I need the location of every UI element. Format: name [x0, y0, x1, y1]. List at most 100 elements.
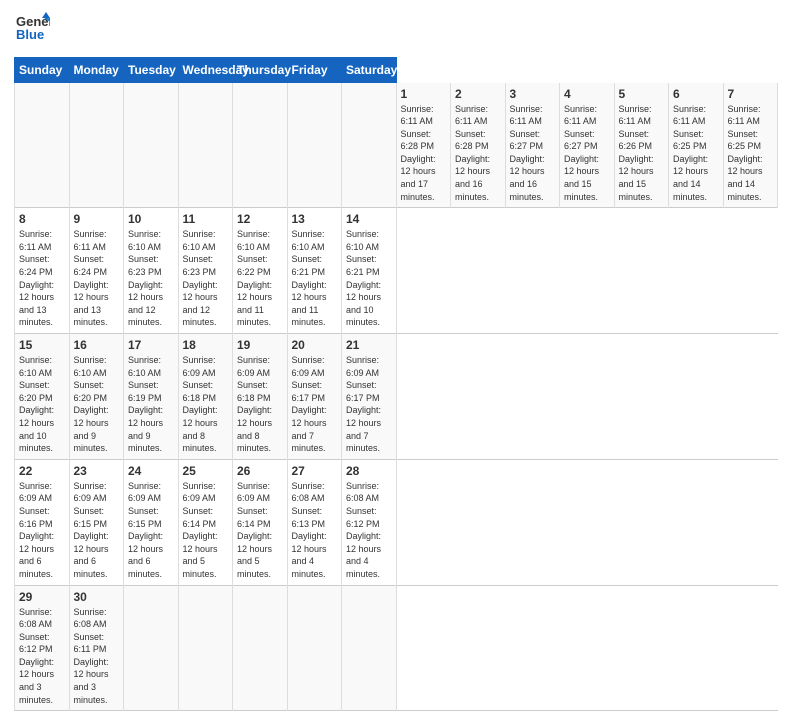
- day-number: 18: [183, 338, 229, 352]
- logo: General Blue: [14, 10, 50, 51]
- week-row-4: 22Sunrise: 6:09 AMSunset: 6:16 PMDayligh…: [15, 459, 778, 585]
- day-cell: 1 Sunrise: 6:11 AMSunset: 6:28 PMDaylight…: [396, 83, 451, 208]
- header: General Blue: [14, 10, 778, 51]
- day-cell-content: Sunrise: 6:09 AMSunset: 6:15 PMDaylight:…: [128, 480, 174, 581]
- day-cell: 12 Sunrise: 6:10 AMSunset: 6:22 PMDayligh…: [233, 208, 288, 334]
- day-number: 28: [346, 464, 392, 478]
- day-number: 15: [19, 338, 65, 352]
- day-number: 25: [183, 464, 229, 478]
- day-number: 26: [237, 464, 283, 478]
- day-number: 7: [728, 87, 774, 101]
- day-cell: 4Sunrise: 6:11 AMSunset: 6:27 PMDaylight…: [560, 83, 615, 208]
- weekday-header-tuesday: Tuesday: [124, 58, 179, 83]
- day-cell: 13Sunrise: 6:10 AMSunset: 6:21 PMDayligh…: [287, 208, 342, 334]
- day-cell: 17 Sunrise: 6:10 AMSunset: 6:19 PMDayligh…: [124, 334, 179, 460]
- day-cell: 15 Sunrise: 6:10 AMSunset: 6:20 PMDayligh…: [15, 334, 70, 460]
- day-number: 12: [237, 212, 283, 226]
- day-cell-content: Sunrise: 6:09 AMSunset: 6:18 PMDaylight:…: [237, 354, 283, 455]
- day-cell-content: Sunrise: 6:10 AMSunset: 6:23 PMDaylight:…: [183, 228, 229, 329]
- day-cell-content: Sunrise: 6:11 AMSunset: 6:28 PMDaylight:…: [401, 103, 447, 204]
- day-cell-content: Sunrise: 6:10 AMSunset: 6:22 PMDaylight:…: [237, 228, 283, 329]
- day-cell: 27 Sunrise: 6:08 AMSunset: 6:13 PMDayligh…: [287, 459, 342, 585]
- day-cell-content: Sunrise: 6:11 AMSunset: 6:25 PMDaylight:…: [728, 103, 774, 204]
- day-cell: 26 Sunrise: 6:09 AMSunset: 6:14 PMDayligh…: [233, 459, 288, 585]
- day-cell: [342, 83, 397, 208]
- day-cell-content: Sunrise: 6:08 AMSunset: 6:12 PMDaylight:…: [19, 606, 65, 707]
- svg-text:Blue: Blue: [16, 27, 44, 42]
- weekday-header-monday: Monday: [69, 58, 124, 83]
- weekday-header-saturday: Saturday: [342, 58, 397, 83]
- weekday-header-thursday: Thursday: [233, 58, 288, 83]
- day-number: 14: [346, 212, 392, 226]
- day-cell-content: Sunrise: 6:10 AMSunset: 6:20 PMDaylight:…: [19, 354, 65, 455]
- day-cell: 8 Sunrise: 6:11 AMSunset: 6:24 PMDaylight…: [15, 208, 70, 334]
- week-row-5: 29 Sunrise: 6:08 AMSunset: 6:12 PMDayligh…: [15, 585, 778, 711]
- day-cell: 24 Sunrise: 6:09 AMSunset: 6:15 PMDayligh…: [124, 459, 179, 585]
- day-cell: [233, 585, 288, 711]
- day-cell: [124, 83, 179, 208]
- day-cell-content: Sunrise: 6:09 AMSunset: 6:17 PMDaylight:…: [292, 354, 338, 455]
- day-number: 11: [183, 212, 229, 226]
- day-cell: [178, 83, 233, 208]
- day-cell-content: Sunrise: 6:11 AMSunset: 6:27 PMDaylight:…: [510, 103, 556, 204]
- day-cell: [287, 585, 342, 711]
- day-cell-content: Sunrise: 6:08 AMSunset: 6:13 PMDaylight:…: [292, 480, 338, 581]
- day-cell: [15, 83, 70, 208]
- day-number: 21: [346, 338, 392, 352]
- day-cell-content: Sunrise: 6:09 AMSunset: 6:16 PMDaylight:…: [19, 480, 65, 581]
- day-cell: 28Sunrise: 6:08 AMSunset: 6:12 PMDayligh…: [342, 459, 397, 585]
- day-cell: [287, 83, 342, 208]
- day-cell: 18 Sunrise: 6:09 AMSunset: 6:18 PMDayligh…: [178, 334, 233, 460]
- day-cell-content: Sunrise: 6:11 AMSunset: 6:28 PMDaylight:…: [455, 103, 501, 204]
- day-cell: 16Sunrise: 6:10 AMSunset: 6:20 PMDayligh…: [69, 334, 124, 460]
- page-container: General Blue SundayMondayTuesdayWednesda…: [0, 0, 792, 717]
- day-cell-content: Sunrise: 6:09 AMSunset: 6:18 PMDaylight:…: [183, 354, 229, 455]
- day-cell: 29 Sunrise: 6:08 AMSunset: 6:12 PMDayligh…: [15, 585, 70, 711]
- day-cell: 22Sunrise: 6:09 AMSunset: 6:16 PMDayligh…: [15, 459, 70, 585]
- day-cell-content: Sunrise: 6:10 AMSunset: 6:20 PMDaylight:…: [74, 354, 120, 455]
- day-number: 1: [401, 87, 447, 101]
- day-number: 24: [128, 464, 174, 478]
- day-cell: 20 Sunrise: 6:09 AMSunset: 6:17 PMDayligh…: [287, 334, 342, 460]
- day-cell: [69, 83, 124, 208]
- day-cell: 10Sunrise: 6:10 AMSunset: 6:23 PMDayligh…: [124, 208, 179, 334]
- week-row-1: 1 Sunrise: 6:11 AMSunset: 6:28 PMDaylight…: [15, 83, 778, 208]
- day-number: 29: [19, 590, 65, 604]
- day-cell-content: Sunrise: 6:11 AMSunset: 6:24 PMDaylight:…: [19, 228, 65, 329]
- day-number: 9: [74, 212, 120, 226]
- day-cell-content: Sunrise: 6:09 AMSunset: 6:14 PMDaylight:…: [183, 480, 229, 581]
- day-cell: 6Sunrise: 6:11 AMSunset: 6:25 PMDaylight…: [669, 83, 724, 208]
- day-cell-content: Sunrise: 6:10 AMSunset: 6:21 PMDaylight:…: [292, 228, 338, 329]
- day-cell-content: Sunrise: 6:10 AMSunset: 6:23 PMDaylight:…: [128, 228, 174, 329]
- week-row-2: 8 Sunrise: 6:11 AMSunset: 6:24 PMDaylight…: [15, 208, 778, 334]
- day-number: 3: [510, 87, 556, 101]
- day-cell-content: Sunrise: 6:09 AMSunset: 6:14 PMDaylight:…: [237, 480, 283, 581]
- day-cell: 23Sunrise: 6:09 AMSunset: 6:15 PMDayligh…: [69, 459, 124, 585]
- calendar-table: SundayMondayTuesdayWednesdayThursdayFrid…: [14, 57, 778, 711]
- weekday-header-sunday: Sunday: [15, 58, 70, 83]
- day-cell-content: Sunrise: 6:09 AMSunset: 6:15 PMDaylight:…: [74, 480, 120, 581]
- day-number: 17: [128, 338, 174, 352]
- day-number: 8: [19, 212, 65, 226]
- day-cell: 11 Sunrise: 6:10 AMSunset: 6:23 PMDayligh…: [178, 208, 233, 334]
- day-cell-content: Sunrise: 6:11 AMSunset: 6:25 PMDaylight:…: [673, 103, 719, 204]
- day-cell: [233, 83, 288, 208]
- weekday-header-wednesday: Wednesday: [178, 58, 233, 83]
- day-number: 4: [564, 87, 610, 101]
- weekday-header-friday: Friday: [287, 58, 342, 83]
- day-cell-content: Sunrise: 6:10 AMSunset: 6:19 PMDaylight:…: [128, 354, 174, 455]
- day-cell: 2 Sunrise: 6:11 AMSunset: 6:28 PMDaylight…: [451, 83, 506, 208]
- day-cell-content: Sunrise: 6:09 AMSunset: 6:17 PMDaylight:…: [346, 354, 392, 455]
- day-cell: 5 Sunrise: 6:11 AMSunset: 6:26 PMDaylight…: [614, 83, 669, 208]
- day-cell: 21 Sunrise: 6:09 AMSunset: 6:17 PMDayligh…: [342, 334, 397, 460]
- day-cell: [342, 585, 397, 711]
- day-number: 27: [292, 464, 338, 478]
- day-cell-content: Sunrise: 6:11 AMSunset: 6:24 PMDaylight:…: [74, 228, 120, 329]
- day-cell: 14Sunrise: 6:10 AMSunset: 6:21 PMDayligh…: [342, 208, 397, 334]
- day-cell-content: Sunrise: 6:11 AMSunset: 6:26 PMDaylight:…: [619, 103, 665, 204]
- day-number: 2: [455, 87, 501, 101]
- day-cell: 9 Sunrise: 6:11 AMSunset: 6:24 PMDaylight…: [69, 208, 124, 334]
- day-number: 5: [619, 87, 665, 101]
- day-cell: 7 Sunrise: 6:11 AMSunset: 6:25 PMDaylight…: [723, 83, 778, 208]
- day-number: 20: [292, 338, 338, 352]
